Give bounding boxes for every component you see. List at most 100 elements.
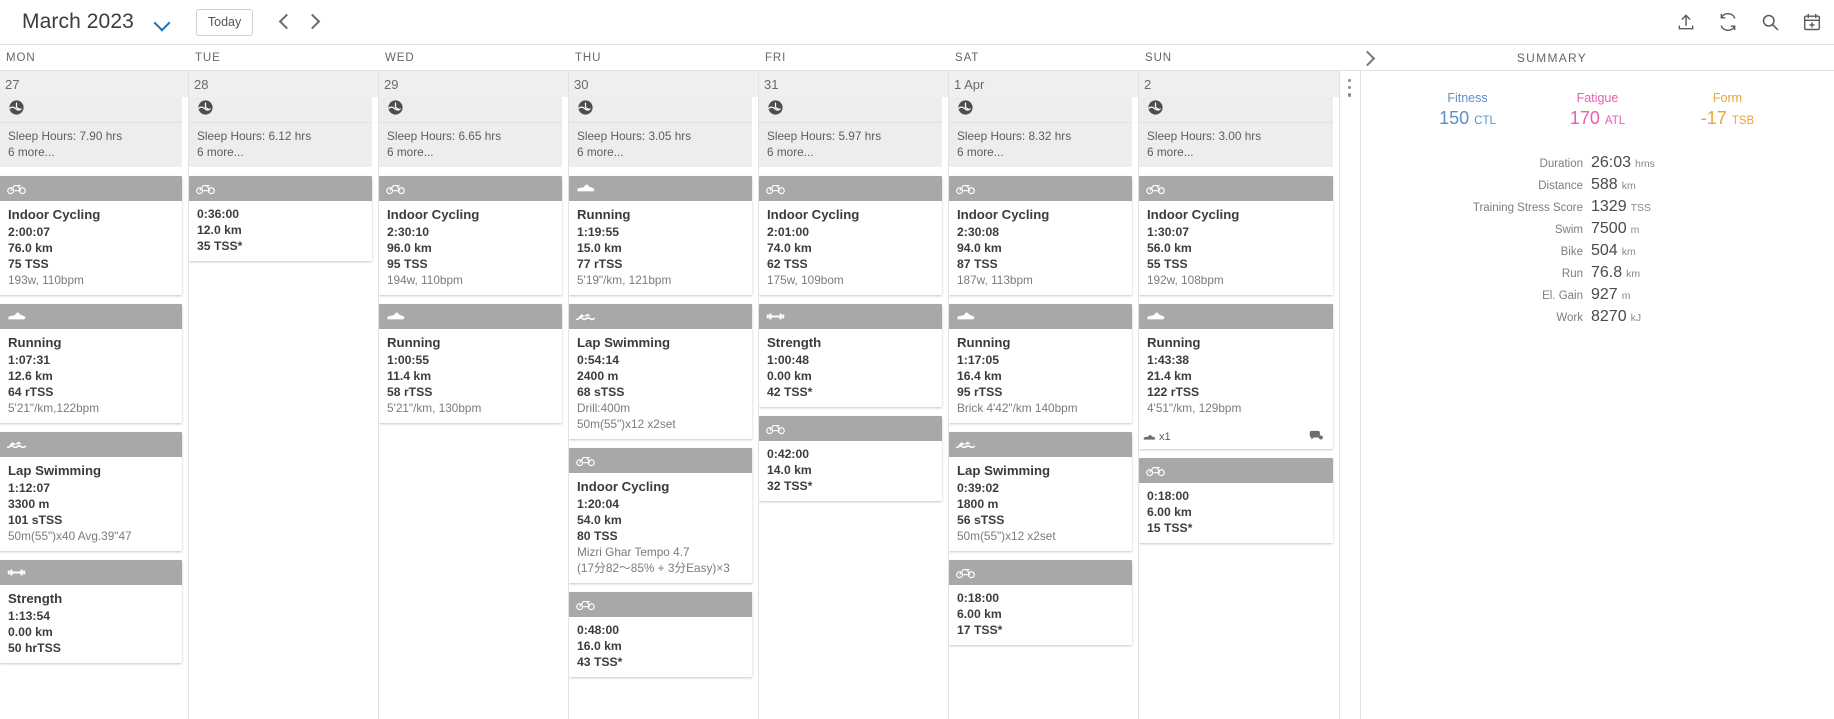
workout-title: Running [387,335,441,350]
workout-card-body: 0:42:00 14.0 km 32 TSS* [759,441,942,501]
metrics-card[interactable]: Sleep Hours: 6.65 hrs 6 more... [379,97,562,167]
summary-row-label: Swim [1554,224,1583,236]
workout-tss: 122 rTSS [1147,385,1200,399]
workout-card[interactable]: 0:18:00 6.00 km 17 TSS* [949,560,1132,645]
day-column[interactable]: 27 Sleep Hours: 7.90 hrs 6 more... Indoor C… [0,71,189,719]
refresh-icon[interactable] [1718,12,1738,32]
chevron-down-icon[interactable] [152,11,174,33]
day-column[interactable]: 2 Sleep Hours: 3.00 hrs 6 more... Indoor Cy… [1139,71,1340,719]
day-column[interactable]: 1 Apr Sleep Hours: 8.32 hrs 6 more... Indoo… [949,71,1139,719]
workout-card[interactable]: Running 1:17:05 16.4 km 95 rTSS Brick 4'42"/… [949,304,1132,423]
sleep-icon [1147,99,1164,121]
workout-card[interactable]: Running 1:19:55 15.0 km 77 rTSS 5'19"/km, 12… [569,176,752,295]
metrics-card[interactable]: Sleep Hours: 5.97 hrs 6 more... [759,97,942,167]
bike-icon [7,182,26,195]
metrics-card-body: Sleep Hours: 8.32 hrs 6 more... [949,123,1132,167]
metrics-card[interactable]: Sleep Hours: 7.90 hrs 6 more... [0,97,182,167]
day-column[interactable]: 29 Sleep Hours: 6.65 hrs 6 more... Indoor C… [379,71,569,719]
workout-note: 187w, 113bpm [957,273,1033,287]
chevron-right-icon[interactable] [1358,48,1378,68]
calendar-add-icon[interactable] [1802,12,1822,32]
metrics-card-header [569,97,752,123]
metrics-card[interactable]: Sleep Hours: 8.32 hrs 6 more... [949,97,1132,167]
workout-card-header [1139,176,1333,201]
workout-title: Running [1147,335,1201,350]
day-column[interactable]: 30 Sleep Hours: 3.05 hrs 6 more... Running 1… [569,71,759,719]
kebab-menu-icon[interactable] [1348,79,1352,719]
workout-card-body: Lap Swimming 0:39:02 1800 m 56 sTSS 50m(55")… [949,457,1132,551]
metric-more-link[interactable]: 6 more... [577,144,744,160]
workout-duration: 1:19:55 [577,225,620,239]
workout-card[interactable]: Running 1:43:38 21.4 km 122 rTSS 4'51"/km, 1… [1139,304,1333,449]
workout-card[interactable]: Strength 1:00:48 0.00 km 42 TSS* [759,304,942,407]
comment-icon[interactable] [1309,428,1323,446]
summary-panel: Fitness 150 CTL Fatigue 170 ATL Form -17 TSB … [1360,71,1834,719]
metrics-card[interactable]: Sleep Hours: 3.05 hrs 6 more... [569,97,752,167]
workout-card[interactable]: 0:48:00 16.0 km 43 TSS* [569,592,752,677]
metric-more-link[interactable]: 6 more... [387,144,554,160]
bike-icon [956,566,975,579]
metrics-card-header [759,97,942,123]
column-options-button[interactable] [1340,71,1360,719]
workout-duration: 1:30:07 [1147,225,1190,239]
workout-card-header [0,560,182,585]
workout-card[interactable]: Lap Swimming 0:54:14 2400 m 68 sTSS Drill:40… [569,304,752,439]
workout-card-header [0,432,182,457]
workout-title: Indoor Cycling [1147,207,1240,222]
search-icon[interactable] [1760,12,1780,32]
chevron-right-icon[interactable] [301,9,327,35]
metrics-card[interactable]: Sleep Hours: 3.00 hrs 6 more... [1139,97,1333,167]
workout-tss: 77 rTSS [577,257,623,271]
workout-card-header [0,176,182,201]
workout-card[interactable]: Indoor Cycling 2:30:10 96.0 km 95 TSS 194w, … [379,176,562,295]
workout-card[interactable]: 0:42:00 14.0 km 32 TSS* [759,416,942,501]
workout-tss: 87 TSS [957,257,998,271]
shoe-badge[interactable]: x1 [1143,431,1171,443]
workout-note: 50m(55")x12 x2set [957,529,1056,543]
metric-more-link[interactable]: 6 more... [767,144,934,160]
workout-card[interactable]: Lap Swimming 0:39:02 1800 m 56 sTSS 50m(55")… [949,432,1132,551]
workout-card[interactable]: Lap Swimming 1:12:07 3300 m 101 sTSS 50m(55"… [0,432,182,551]
bike-icon [1146,464,1165,477]
workout-card[interactable]: Indoor Cycling 1:20:04 54.0 km 80 TSS Mizri … [569,448,752,583]
metric-more-link[interactable]: 6 more... [197,144,364,160]
upload-icon[interactable] [1676,12,1696,32]
metrics-card[interactable]: Sleep Hours: 6.12 hrs 6 more... [189,97,372,167]
workout-card[interactable]: 0:36:00 12.0 km 35 TSS* [189,176,372,261]
workout-card[interactable]: Running 1:00:55 11.4 km 58 rTSS 5'21"/km, 13… [379,304,562,423]
workout-card[interactable]: Indoor Cycling 1:30:07 56.0 km 55 TSS 192w, … [1139,176,1333,295]
training-calendar-app: March 2023 Today MON TUE WED THU FRI SAT… [0,0,1834,719]
summary-row: Run 76.8 km [1441,264,1794,282]
workout-card[interactable]: 0:18:00 6.00 km 15 TSS* [1139,458,1333,543]
workout-tss: 80 TSS [577,529,618,543]
day-number: 31 [759,71,948,97]
workout-card[interactable]: Strength 1:13:54 0.00 km 50 hrTSS [0,560,182,663]
workout-card[interactable]: Running 1:07:31 12.6 km 64 rTSS 5'21"/km,122… [0,304,182,423]
chevron-left-icon[interactable] [271,9,297,35]
workout-card[interactable]: Indoor Cycling 2:00:07 76.0 km 75 TSS 193w, … [0,176,182,295]
metric-more-link[interactable]: 6 more... [957,144,1124,160]
workout-title: Indoor Cycling [387,207,480,222]
workout-card-header [949,304,1132,329]
workout-card[interactable]: Indoor Cycling 2:01:00 74.0 km 62 TSS 175w, … [759,176,942,295]
day-column[interactable]: 31 Sleep Hours: 5.97 hrs 6 more... Indoor C… [759,71,949,719]
metric-more-link[interactable]: 6 more... [1147,144,1325,160]
workout-note: 50m(55")x40 Avg.39"47 [8,529,132,543]
day-column[interactable]: 28 Sleep Hours: 6.12 hrs 6 more... 0:36:00 1… [189,71,379,719]
workout-title: Lap Swimming [957,463,1051,478]
today-button[interactable]: Today [195,8,254,36]
workout-note: 192w, 108bpm [1147,273,1224,287]
workout-card-body: Indoor Cycling 2:01:00 74.0 km 62 TSS 175w, … [759,201,942,295]
summary-row-unit: km [1621,180,1636,192]
workout-distance: 12.0 km [197,223,242,237]
pmc-value: -17 TSB [1680,107,1776,132]
workout-tss: 95 TSS [387,257,428,271]
metric-more-link[interactable]: 6 more... [8,144,174,160]
metrics-card-body: Sleep Hours: 3.00 hrs 6 more... [1139,123,1333,167]
shoe-badge-count: x1 [1159,431,1171,443]
workout-duration: 1:17:05 [957,353,1000,367]
workout-duration: 2:01:00 [767,225,810,239]
workout-duration: 1:12:07 [8,481,51,495]
workout-card[interactable]: Indoor Cycling 2:30:08 94.0 km 87 TSS 187w, … [949,176,1132,295]
metrics-card-header [1139,97,1333,123]
